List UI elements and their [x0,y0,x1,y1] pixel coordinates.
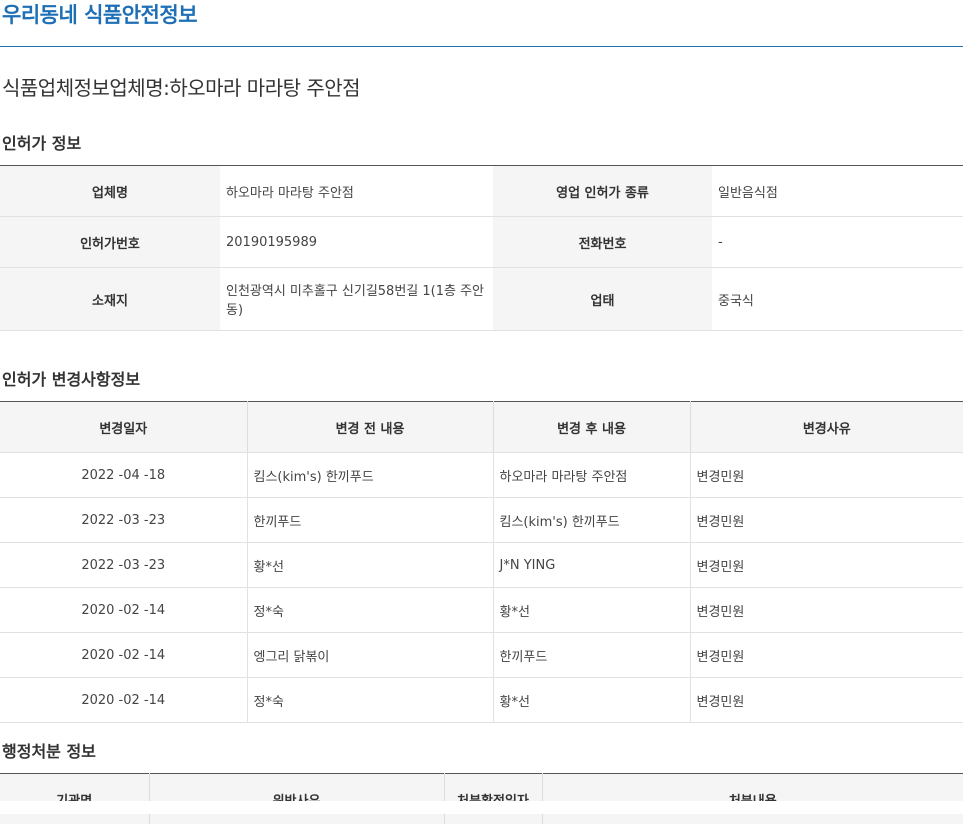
cell-date: 2022 -03 -23 [0,543,247,588]
table-row: 2022 -04 -18 킴스(kim's) 한끼푸드 하오마라 마라탕 주안점… [0,453,963,498]
cell-after: 킴스(kim's) 한끼푸드 [493,498,690,543]
table-row: 소재지 인천광역시 미추홀구 신기길58번길 1(1층 주안동) 업태 중국식 [0,268,963,331]
permit-info-table: 업체명 하오마라 마라탕 주안점 영업 인허가 종류 일반음식점 인허가번호 2… [0,165,963,331]
cell-date: 2022 -03 -23 [0,498,247,543]
cell-after: J*N YING [493,543,690,588]
table-row: 2020 -02 -14 엥그리 닭볶이 한끼푸드 변경민원 [0,633,963,678]
table-row: 2022 -03 -23 한끼푸드 킴스(kim's) 한끼푸드 변경민원 [0,498,963,543]
site-title[interactable]: 우리동네 식품안전정보 [2,0,197,34]
cell-after: 황*선 [493,678,690,723]
value-permit-number: 20190195989 [220,217,493,268]
table-header-row: 기관명 위반사유 처분확정일자 처분내용 [0,774,963,824]
column-header-reason: 변경사유 [690,402,963,453]
cell-before: 황*선 [247,543,493,588]
value-phone: - [712,217,963,268]
page-heading: 식품업체정보업체명:하오마라 마라탕 주안점 [2,72,360,101]
permit-section-title: 인허가 정보 [2,130,81,154]
cell-reason: 변경민원 [690,678,963,723]
table-row: 업체명 하오마라 마라탕 주안점 영업 인허가 종류 일반음식점 [0,166,963,217]
cell-after: 황*선 [493,588,690,633]
title-divider [0,46,963,47]
cell-before: 킴스(kim's) 한끼푸드 [247,453,493,498]
admin-actions-table: 기관명 위반사유 처분확정일자 처분내용 [0,773,963,824]
column-header-before: 변경 전 내용 [247,402,493,453]
cell-date: 2020 -02 -14 [0,633,247,678]
cell-reason: 변경민원 [690,588,963,633]
cell-date: 2022 -04 -18 [0,453,247,498]
cell-before: 한끼푸드 [247,498,493,543]
cell-before: 엥그리 닭볶이 [247,633,493,678]
column-header-after: 변경 후 내용 [493,402,690,453]
cell-reason: 변경민원 [690,453,963,498]
column-header-decision-date: 처분확정일자 [444,774,542,824]
label-address: 소재지 [0,268,220,331]
label-phone: 전화번호 [493,217,712,268]
label-business-name: 업체명 [0,166,220,217]
value-business-name: 하오마라 마라탕 주안점 [220,166,493,217]
table-row: 인허가번호 20190195989 전화번호 - [0,217,963,268]
cell-before: 정*숙 [247,588,493,633]
cell-after: 하오마라 마라탕 주안점 [493,453,690,498]
cell-date: 2020 -02 -14 [0,678,247,723]
permit-changes-table: 변경일자 변경 전 내용 변경 후 내용 변경사유 2022 -04 -18 킴… [0,401,963,723]
label-permit-number: 인허가번호 [0,217,220,268]
value-business-type: 중국식 [712,268,963,331]
label-permit-type: 영업 인허가 종류 [493,166,712,217]
cell-before: 정*숙 [247,678,493,723]
label-business-type: 업태 [493,268,712,331]
table-row: 2020 -02 -14 정*숙 황*선 변경민원 [0,678,963,723]
cell-reason: 변경민원 [690,498,963,543]
column-header-agency: 기관명 [0,774,149,824]
cell-reason: 변경민원 [690,633,963,678]
viewport-cutoff [0,801,963,814]
table-row: 2020 -02 -14 정*숙 황*선 변경민원 [0,588,963,633]
changes-section-title: 인허가 변경사항정보 [2,366,140,390]
value-permit-type: 일반음식점 [712,166,963,217]
value-address: 인천광역시 미추홀구 신기길58번길 1(1층 주안동) [220,268,493,331]
table-header-row: 변경일자 변경 전 내용 변경 후 내용 변경사유 [0,402,963,453]
column-header-date: 변경일자 [0,402,247,453]
table-row: 2022 -03 -23 황*선 J*N YING 변경민원 [0,543,963,588]
column-header-action: 처분내용 [542,774,963,824]
cell-after: 한끼푸드 [493,633,690,678]
cell-reason: 변경민원 [690,543,963,588]
cell-date: 2020 -02 -14 [0,588,247,633]
admin-section-title: 행정처분 정보 [2,738,96,762]
column-header-violation: 위반사유 [149,774,444,824]
